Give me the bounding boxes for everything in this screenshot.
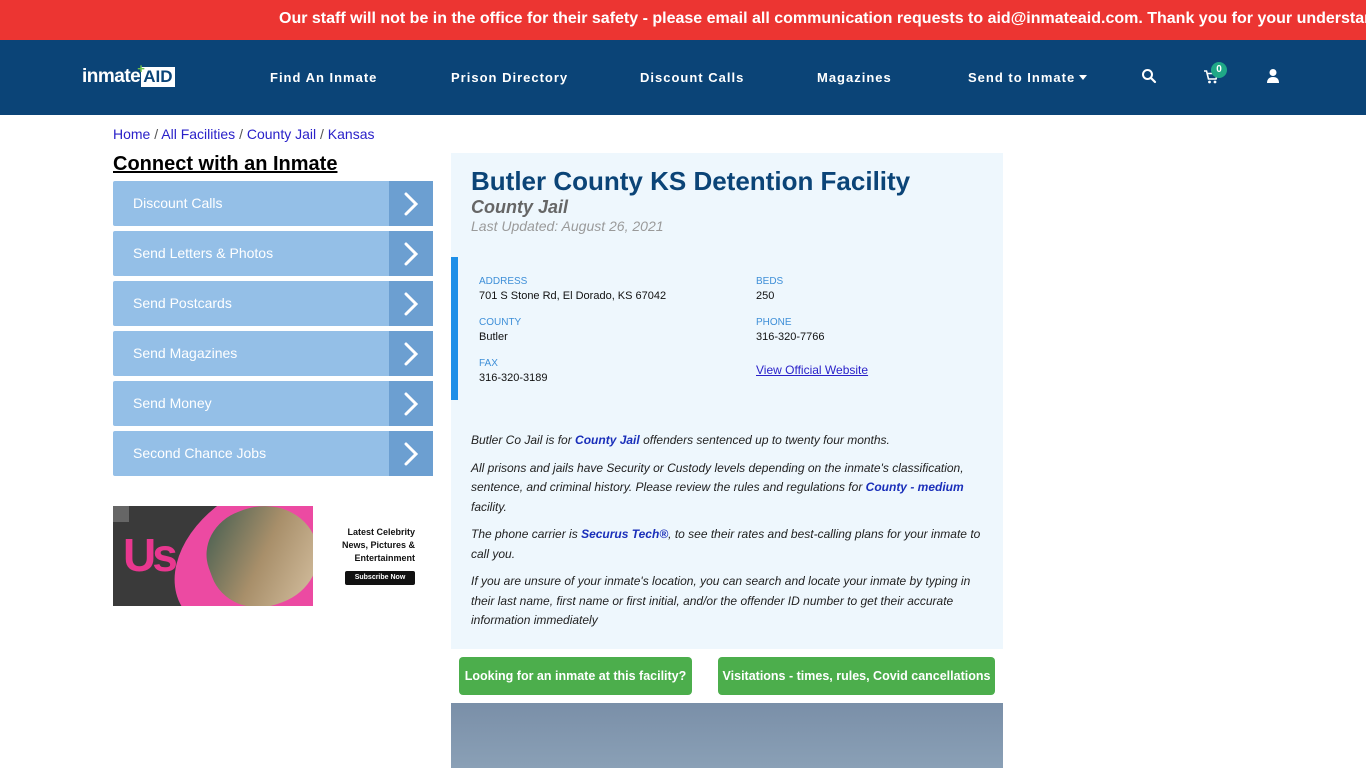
facility-card: Butler County KS Detention Facility Coun… (451, 153, 1003, 649)
beds-label: BEDS (756, 276, 784, 287)
alert-banner: Our staff will not be in the office for … (0, 0, 1366, 40)
sidebar-item-send-letters-photos[interactable]: Send Letters & Photos (113, 231, 433, 276)
search-icon[interactable] (1141, 68, 1157, 84)
description-paragraph: All prisons and jails have Security or C… (471, 459, 986, 518)
fax-field: FAX 316-320-3189 (479, 358, 548, 384)
logo-aid-label: AID (143, 67, 173, 86)
ad-corner-square (113, 506, 129, 522)
sidebar-item-discount-calls[interactable]: Discount Calls (113, 181, 433, 226)
facility-info-box: ADDRESS 701 S Stone Rd, El Dorado, KS 67… (451, 257, 1003, 400)
breadcrumb-all-facilities[interactable]: All Facilities (161, 126, 235, 142)
logo[interactable]: inmate + AID (82, 61, 175, 89)
sidebar-title: Connect with an Inmate (113, 153, 338, 175)
sidebar-item-label: Send Letters & Photos (133, 245, 274, 261)
desc-text: Butler Co Jail is for (471, 433, 576, 447)
visitations-button[interactable]: Visitations - times, rules, Covid cancel… (718, 657, 995, 695)
beds-value: 250 (756, 290, 775, 302)
address-label: ADDRESS (479, 276, 528, 287)
sidebar-item-second-chance-jobs[interactable]: Second Chance Jobs (113, 431, 433, 476)
address-field: ADDRESS 701 S Stone Rd, El Dorado, KS 67… (479, 276, 666, 302)
desc-text: offenders sentenced up to twenty four mo… (639, 433, 890, 447)
sidebar-item-label: Send Money (133, 395, 212, 411)
desc-text: The phone carrier is (471, 527, 582, 541)
sidebar-item-label: Send Magazines (133, 345, 238, 361)
county-label: COUNTY (479, 317, 522, 328)
fax-value: 316-320-3189 (479, 372, 548, 384)
logo-text-aid: + AID (137, 61, 175, 87)
sidebar-menu: Discount Calls Send Letters & Photos Sen… (113, 181, 433, 481)
facility-description: Butler Co Jail is for County Jail offend… (471, 431, 986, 639)
breadcrumb-separator: / (320, 126, 324, 142)
phone-field: PHONE 316-320-7766 (756, 317, 825, 343)
chevron-right-icon (389, 381, 433, 426)
sidebar-item-send-postcards[interactable]: Send Postcards (113, 281, 433, 326)
chevron-right-icon (389, 231, 433, 276)
nav-prison-directory[interactable]: Prison Directory (451, 70, 568, 85)
caret-down-icon (1079, 75, 1088, 80)
ad-headline: Latest Celebrity News, Pictures & Entert… (342, 526, 415, 565)
official-website-link[interactable]: View Official Website (756, 363, 868, 377)
ad-headline-line: Latest Celebrity (347, 527, 415, 537)
breadcrumb: Home / All Facilities / County Jail / Ka… (113, 126, 374, 142)
navbar: inmate + AID Find An Inmate Prison Direc… (0, 40, 1366, 115)
phone-carrier-link[interactable]: Securus Tech® (581, 527, 668, 541)
phone-label: PHONE (756, 317, 792, 328)
phone-value: 316-320-7766 (756, 331, 825, 343)
us-magazine-ad[interactable]: Us Latest Celebrity News, Pictures & Ent… (113, 506, 433, 606)
sidebar-item-label: Second Chance Jobs (133, 445, 267, 461)
county-value: Butler (479, 331, 508, 343)
user-icon[interactable] (1265, 68, 1281, 84)
alert-text: Our staff will not be in the office for … (279, 10, 1366, 27)
description-paragraph: Butler Co Jail is for County Jail offend… (471, 431, 986, 451)
breadcrumb-separator: / (239, 126, 243, 142)
beds-field: BEDS 250 (756, 276, 783, 302)
breadcrumb-separator: / (154, 126, 159, 142)
facility-title: Butler County KS Detention Facility (471, 166, 911, 196)
description-paragraph: The phone carrier is Securus Tech®, to s… (471, 525, 986, 564)
last-updated: Last Updated: August 26, 2021 (471, 218, 664, 234)
facility-photo (451, 703, 1003, 768)
logo-plus-icon: + (137, 61, 145, 76)
chevron-right-icon (389, 431, 433, 476)
description-paragraph: If you are unsure of your inmate's locat… (471, 574, 971, 627)
sidebar-item-label: Discount Calls (133, 195, 223, 211)
desc-text: facility. (471, 499, 507, 514)
county-field: COUNTY Butler (479, 317, 521, 343)
sidebar-item-label: Send Postcards (133, 295, 232, 311)
ad-subscribe-button[interactable]: Subscribe Now (345, 571, 415, 585)
security-level-link[interactable]: County - medium (866, 480, 964, 494)
nav-magazines[interactable]: Magazines (817, 70, 892, 85)
ad-brand-logo: Us (123, 529, 178, 581)
find-inmate-at-facility-button[interactable]: Looking for an inmate at this facility? (459, 657, 692, 695)
address-value: 701 S Stone Rd, El Dorado, KS 67042 (479, 290, 667, 302)
chevron-right-icon (389, 181, 433, 226)
breadcrumb-county-jail[interactable]: County Jail (247, 126, 316, 142)
nav-send-to-inmate[interactable]: Send to Inmate (968, 70, 1088, 85)
sidebar-item-send-money[interactable]: Send Money (113, 381, 433, 426)
chevron-right-icon (389, 331, 433, 376)
chevron-right-icon (389, 281, 433, 326)
logo-text-inmate: inmate (82, 66, 141, 87)
website-field: View Official Website (756, 361, 868, 379)
fax-label: FAX (479, 358, 498, 369)
breadcrumb-kansas[interactable]: Kansas (328, 126, 375, 142)
nav-send-to-inmate-label: Send to Inmate (968, 70, 1076, 85)
sidebar-item-send-magazines[interactable]: Send Magazines (113, 331, 433, 376)
facility-type: County Jail (471, 197, 569, 217)
nav-discount-calls[interactable]: Discount Calls (640, 70, 744, 85)
cart-count-badge: 0 (1211, 62, 1227, 78)
county-jail-link[interactable]: County Jail (575, 433, 640, 447)
ad-headline-line: News, Pictures & (341, 540, 415, 550)
breadcrumb-home[interactable]: Home (113, 126, 150, 142)
nav-find-inmate[interactable]: Find An Inmate (270, 70, 377, 85)
ad-headline-line: Entertainment (354, 553, 415, 563)
